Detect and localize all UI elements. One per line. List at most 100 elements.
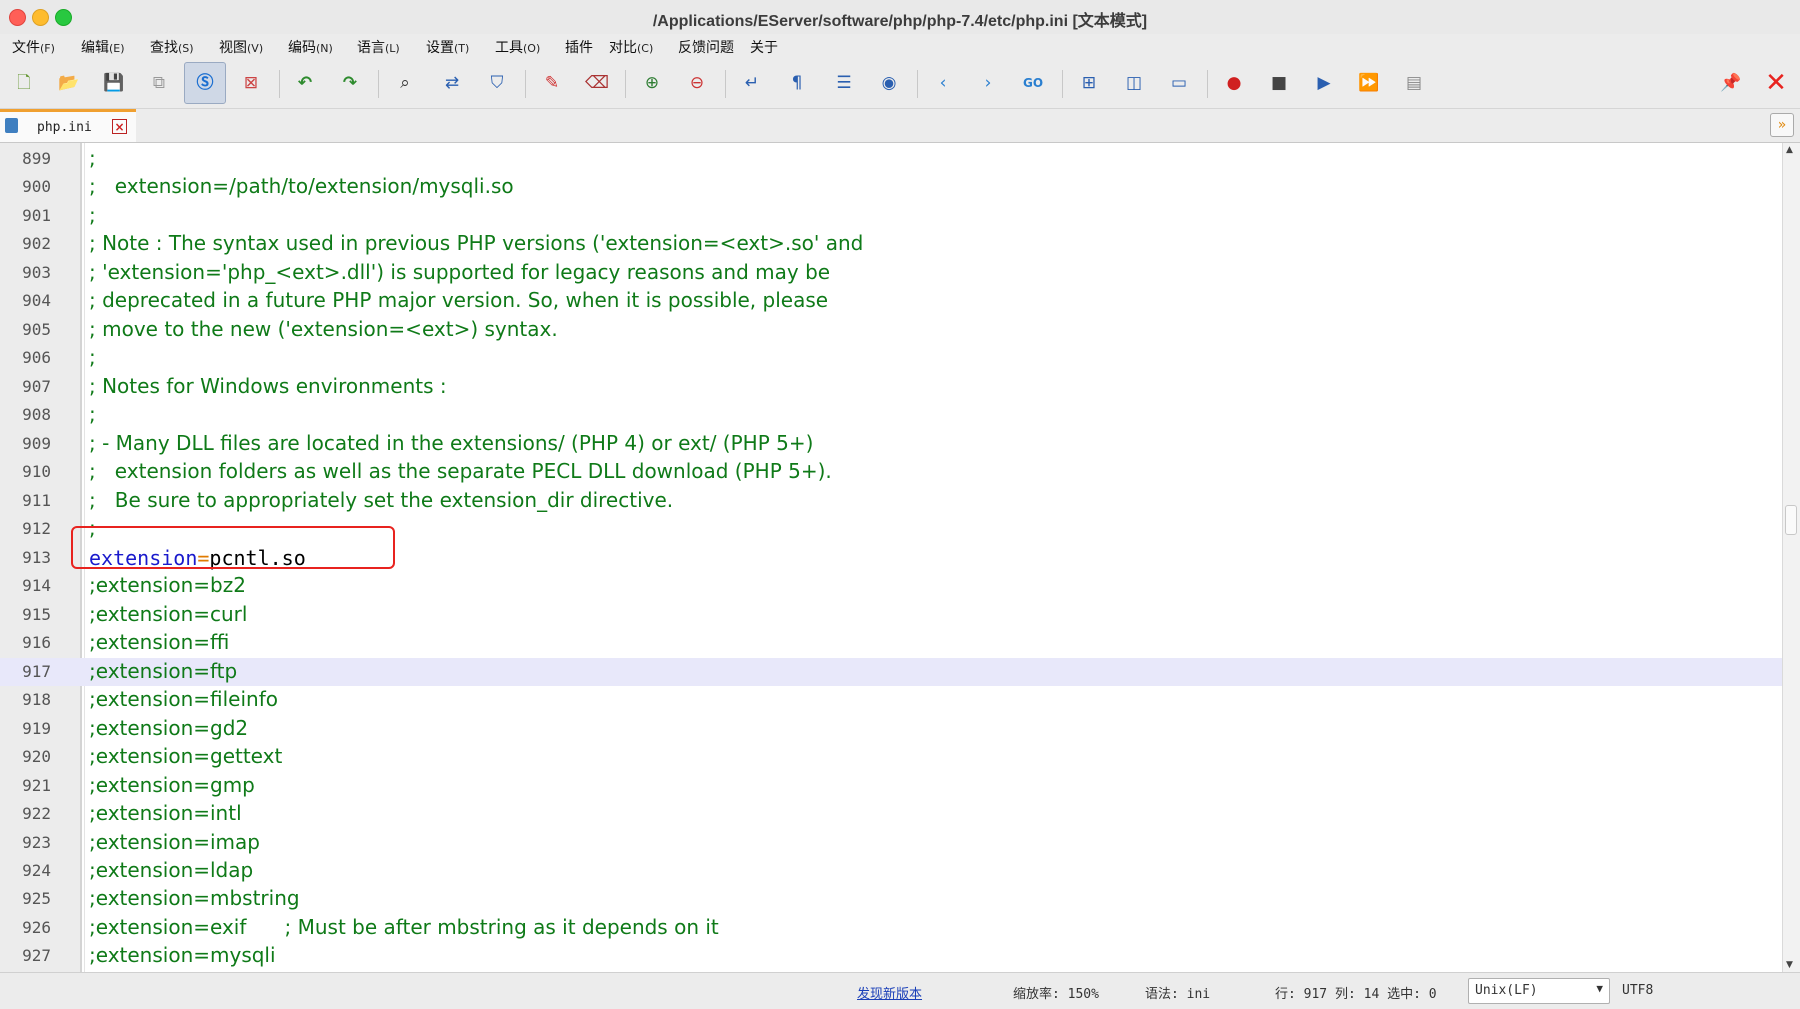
- update-link[interactable]: 发现新版本: [857, 983, 922, 1002]
- menu-feedback[interactable]: 反馈问题: [678, 37, 734, 57]
- line-number: 917: [22, 661, 51, 681]
- code-line[interactable]: 904 ; deprecated in a future PHP major ve…: [0, 287, 1782, 315]
- code-line[interactable]: 909 ; - Many DLL files are located in the…: [0, 430, 1782, 458]
- tab-close-button[interactable]: ×: [112, 119, 127, 134]
- focus-icon[interactable]: ◉: [874, 68, 904, 98]
- code-line[interactable]: 925 ;extension=mbstring: [0, 885, 1782, 913]
- record-macro-icon[interactable]: ●: [1219, 68, 1249, 98]
- undo-icon[interactable]: ↶: [290, 68, 320, 98]
- code-editor[interactable]: 899; 900 ; extension=/path/to/extension/my…: [0, 143, 1782, 972]
- line-number: 902: [22, 234, 51, 254]
- code-line[interactable]: 907 ; Notes for Windows environments :: [0, 373, 1782, 401]
- zoom-in-icon[interactable]: ⊕: [637, 68, 667, 98]
- code-line[interactable]: 908;: [0, 401, 1782, 429]
- code-line[interactable]: 918 ;extension=fileinfo: [0, 686, 1782, 714]
- eraser-icon[interactable]: ⌫: [582, 68, 612, 98]
- code-line[interactable]: 927 ;extension=mysqli: [0, 942, 1782, 970]
- code-line[interactable]: 921 ;extension=gmp: [0, 772, 1782, 800]
- save-all-icon[interactable]: ⧉: [144, 68, 174, 98]
- show-all-chars-icon[interactable]: ¶: [782, 68, 812, 98]
- line-number: 916: [22, 633, 51, 653]
- tab-list-button[interactable]: »: [1770, 113, 1794, 137]
- line-ending-select[interactable]: Unix(LF) ▼: [1468, 978, 1610, 1004]
- code-line[interactable]: 906;: [0, 344, 1782, 372]
- code-text: ; 'extension='php_<ext>.dll') is support…: [89, 259, 831, 284]
- menu-edit[interactable]: 编辑(E): [81, 37, 125, 57]
- code-text: ;extension=fileinfo: [89, 687, 278, 712]
- menu-file[interactable]: 文件(F): [12, 37, 55, 57]
- code-line[interactable]: 926 ;extension=exif ; Must be after mbstr…: [0, 914, 1782, 942]
- save-icon[interactable]: 💾: [99, 68, 129, 98]
- menu-compare[interactable]: 对比(C): [609, 37, 653, 57]
- play-macro-icon[interactable]: ▶: [1309, 68, 1339, 98]
- menu-plugins[interactable]: 插件: [565, 37, 593, 57]
- code-text: ; - Many DLL files are located in the ex…: [89, 430, 814, 455]
- code-text: ;extension=ldap: [89, 858, 254, 882]
- code-line[interactable]: 920 ;extension=gettext: [0, 743, 1782, 771]
- find-icon[interactable]: ⌕: [390, 68, 420, 98]
- code-line[interactable]: 917 ;extension=ftp: [0, 657, 1782, 686]
- indent-guide-icon[interactable]: ☰: [829, 68, 859, 98]
- stop-macro-icon[interactable]: ■: [1264, 68, 1294, 98]
- code-line[interactable]: 899;: [0, 145, 1782, 173]
- text-mode-icon[interactable]: Ⓢ: [184, 62, 226, 104]
- split-view-icon[interactable]: ◫: [1119, 68, 1149, 98]
- pin-icon[interactable]: 📌: [1716, 68, 1746, 98]
- menu-search[interactable]: 查找(S): [150, 37, 194, 57]
- line-number: 903: [22, 262, 51, 282]
- menu-view[interactable]: 视图(V): [219, 37, 263, 57]
- vertical-scrollbar[interactable]: ▲ ▼: [1782, 143, 1800, 972]
- sync-scroll-icon[interactable]: ⊞: [1074, 68, 1104, 98]
- redo-icon[interactable]: ↷: [335, 68, 365, 98]
- bookmark-icon[interactable]: ⛉: [482, 68, 512, 98]
- line-number: 920: [22, 747, 51, 767]
- line-ending-value: Unix(LF): [1475, 983, 1538, 998]
- goto-icon[interactable]: GO: [1018, 68, 1048, 98]
- code-line[interactable]: 910 ; extension folders as well as the se…: [0, 458, 1782, 486]
- scroll-down-icon[interactable]: ▼: [1786, 960, 1793, 970]
- code-line[interactable]: 901;: [0, 202, 1782, 230]
- scroll-up-icon[interactable]: ▲: [1786, 145, 1793, 155]
- scrollbar-thumb[interactable]: [1785, 505, 1797, 535]
- status-bar: 发现新版本 缩放率: 150% 语法: ini 行: 917 列: 14 选中:…: [0, 972, 1800, 1009]
- tab-php-ini[interactable]: php.ini ×: [0, 109, 136, 142]
- code-line[interactable]: 905 ; move to the new ('extension=<ext>) …: [0, 316, 1782, 344]
- code-line[interactable]: 912;: [0, 515, 1782, 543]
- code-line[interactable]: 919 ;extension=gd2: [0, 715, 1782, 743]
- code-text: ;extension=exif ; Must be after mbstring…: [89, 914, 719, 939]
- zoom-out-icon[interactable]: ⊖: [682, 68, 712, 98]
- menu-language[interactable]: 语言(L): [357, 37, 400, 57]
- wrap-icon[interactable]: ↵: [737, 68, 767, 98]
- code-line[interactable]: 922 ;extension=intl: [0, 800, 1782, 828]
- highlight-icon[interactable]: ✎: [537, 68, 567, 98]
- menu-tools[interactable]: 工具(O): [495, 37, 540, 57]
- code-text: ;extension=gettext: [89, 744, 283, 769]
- code-line[interactable]: 913 extension=pcntl.so: [0, 544, 1782, 572]
- open-file-icon[interactable]: 📂: [54, 68, 84, 98]
- close-icon[interactable]: ✕: [1761, 68, 1791, 98]
- new-file-icon[interactable]: 🗋: [9, 68, 39, 98]
- monitor-icon[interactable]: ▭: [1164, 68, 1194, 98]
- code-line[interactable]: 902 ; Note : The syntax used in previous …: [0, 230, 1782, 258]
- save-macro-icon[interactable]: ▤: [1399, 68, 1429, 98]
- code-line[interactable]: 900 ; extension=/path/to/extension/mysqli…: [0, 173, 1782, 201]
- line-number: 914: [22, 576, 51, 596]
- code-line[interactable]: 903 ; 'extension='php_<ext>.dll') is supp…: [0, 259, 1782, 287]
- prev-icon[interactable]: ‹: [928, 68, 958, 98]
- replace-icon[interactable]: ⇄: [437, 68, 467, 98]
- menu-about[interactable]: 关于: [750, 37, 778, 57]
- code-text-active: extension=pcntl.so: [89, 546, 306, 570]
- code-line[interactable]: 923 ;extension=imap: [0, 829, 1782, 857]
- code-line[interactable]: 914 ;extension=bz2: [0, 572, 1782, 600]
- menu-encoding[interactable]: 编码(N): [288, 37, 333, 57]
- code-line[interactable]: 911 ; Be sure to appropriately set the ex…: [0, 487, 1782, 515]
- code-line[interactable]: 915 ;extension=curl: [0, 601, 1782, 629]
- run-macro-multiple-icon[interactable]: ⏩: [1354, 68, 1384, 98]
- next-icon[interactable]: ›: [973, 68, 1003, 98]
- code-text: ; deprecated in a future PHP major versi…: [89, 288, 829, 313]
- code-line[interactable]: 924 ;extension=ldap: [0, 857, 1782, 885]
- line-number: 905: [22, 319, 51, 339]
- menu-settings[interactable]: 设置(T): [426, 37, 469, 57]
- close-file-icon[interactable]: ⊠: [236, 68, 266, 98]
- code-line[interactable]: 916 ;extension=ffi: [0, 629, 1782, 657]
